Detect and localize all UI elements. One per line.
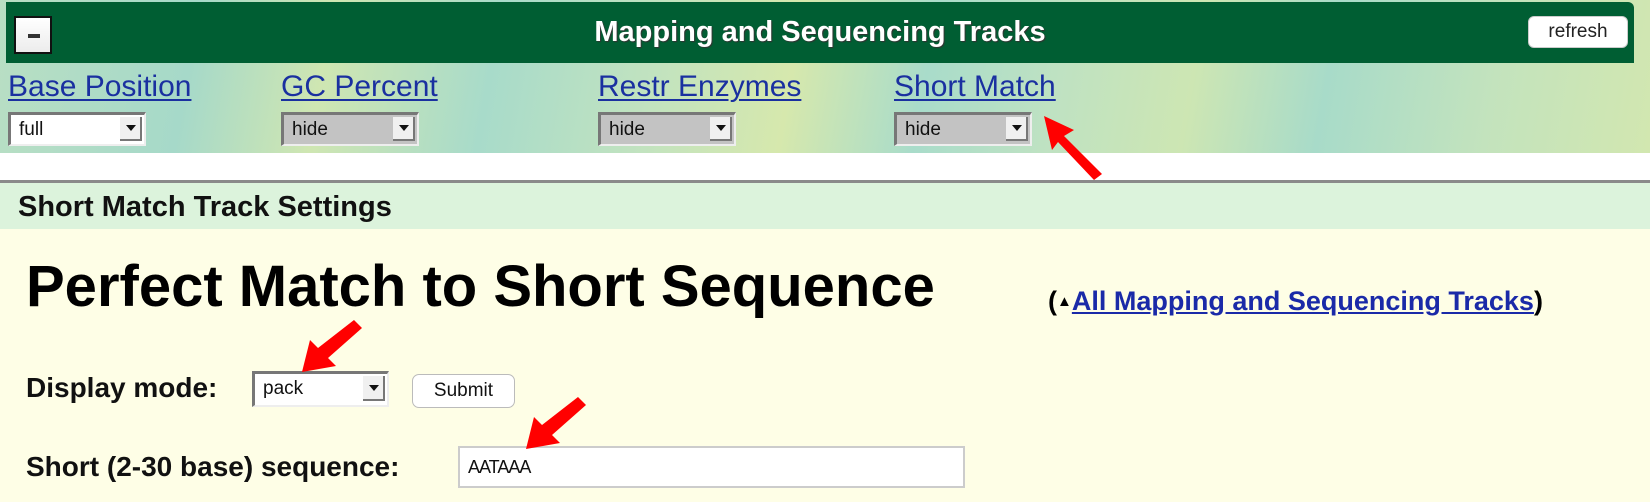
spacer	[0, 153, 1650, 180]
page-title: Perfect Match to Short Sequence	[26, 254, 935, 319]
chevron-down-icon	[1006, 117, 1028, 141]
track-mode-select-restr-enzymes[interactable]: hide	[598, 112, 736, 146]
display-mode-select[interactable]: pack	[252, 371, 389, 407]
annotation-arrow-display-mode	[302, 320, 362, 372]
track-link-restr-enzymes[interactable]: Restr Enzymes	[598, 70, 801, 104]
selected-value: hide	[292, 119, 328, 140]
up-arrow-icon: ▲	[1057, 293, 1072, 310]
settings-header-bar: Short Match Track Settings	[0, 183, 1650, 229]
track-link-base-position[interactable]: Base Position	[8, 70, 191, 104]
settings-section-title: Short Match Track Settings	[18, 191, 392, 223]
chevron-down-icon	[393, 117, 415, 141]
group-title: Mapping and Sequencing Tracks	[594, 16, 1046, 48]
paren-open: (	[1048, 286, 1057, 316]
sequence-label: Short (2-30 base) sequence:	[26, 451, 400, 482]
track-mode-select-gc-percent[interactable]: hide	[281, 112, 419, 146]
refresh-button[interactable]: refresh	[1528, 16, 1628, 48]
group-header-bar: Mapping and Sequencing Tracks refresh	[6, 2, 1634, 63]
track-controls-area: Mapping and Sequencing Tracks refresh Ba…	[0, 0, 1650, 153]
track-restr-enzymes: Restr Enzymes hide	[598, 70, 801, 146]
sequence-input[interactable]: AATAAA	[458, 446, 965, 488]
all-tracks-link[interactable]: All Mapping and Sequencing Tracks	[1072, 286, 1534, 316]
chevron-down-icon	[363, 376, 385, 401]
track-mode-select-short-match[interactable]: hide	[894, 112, 1032, 146]
selected-value: pack	[263, 378, 304, 399]
display-mode-label: Display mode:	[26, 372, 218, 403]
chevron-down-icon	[120, 117, 142, 141]
submit-button[interactable]: Submit	[412, 374, 515, 408]
chevron-down-icon	[710, 117, 732, 141]
selected-value: hide	[609, 119, 645, 140]
paren-close: )	[1533, 286, 1543, 316]
backlink: (▲All Mapping and Sequencing Tracks)	[1048, 286, 1543, 317]
track-gc-percent: GC Percent hide	[281, 70, 438, 146]
track-short-match: Short Match hide	[894, 70, 1056, 146]
track-link-gc-percent[interactable]: GC Percent	[281, 70, 438, 104]
track-link-short-match[interactable]: Short Match	[894, 70, 1056, 104]
selected-value: full	[19, 119, 44, 140]
track-mode-select-base-position[interactable]: full	[8, 112, 146, 146]
track-base-position: Base Position full	[8, 70, 191, 146]
annotation-arrow-sequence	[526, 397, 586, 449]
selected-value: hide	[905, 119, 941, 140]
